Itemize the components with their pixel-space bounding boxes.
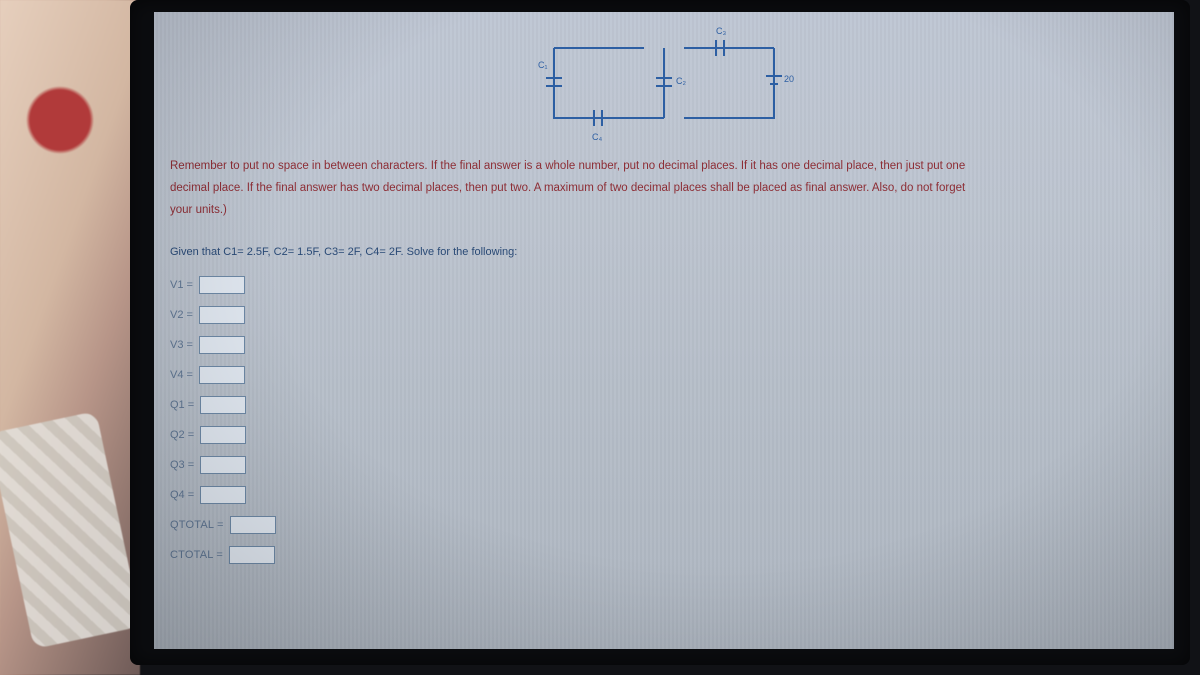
label-v3: V3 = — [170, 339, 193, 351]
circuit-diagram: C₁ C₂ C₃ C₄ 20V — [534, 18, 794, 148]
label-c1: C₁ — [538, 60, 548, 70]
label-q3: Q3 = — [170, 459, 194, 471]
row-ctotal: CTOTAL = — [170, 546, 1158, 564]
label-q1: Q1 = — [170, 399, 194, 411]
row-v1: V1 = — [170, 276, 1158, 294]
input-v4[interactable] — [199, 366, 245, 384]
input-q3[interactable] — [200, 456, 246, 474]
row-v2: V2 = — [170, 306, 1158, 324]
input-qtotal[interactable] — [230, 516, 276, 534]
label-v1: V1 = — [170, 279, 193, 291]
input-q1[interactable] — [200, 396, 246, 414]
label-c4: C₄ — [592, 132, 602, 142]
desk-background-left — [0, 0, 140, 675]
given-text: Given that C1= 2.5F, C2= 1.5F, C3= 2F, C… — [170, 246, 1158, 258]
row-v4: V4 = — [170, 366, 1158, 384]
label-v4: V4 = — [170, 369, 193, 381]
label-ctotal: CTOTAL = — [170, 549, 223, 561]
input-v3[interactable] — [199, 336, 245, 354]
input-ctotal[interactable] — [229, 546, 275, 564]
row-q3: Q3 = — [170, 456, 1158, 474]
row-qtotal: QTOTAL = — [170, 516, 1158, 534]
input-v2[interactable] — [199, 306, 245, 324]
row-q4: Q4 = — [170, 486, 1158, 504]
quiz-screen: C₁ C₂ C₃ C₄ 20V Remember to put no space… — [154, 12, 1174, 649]
answer-fields: V1 = V2 = V3 = V4 = Q1 = Q2 = Q3 = Q4 = — [170, 276, 1158, 564]
row-q1: Q1 = — [170, 396, 1158, 414]
input-q4[interactable] — [200, 486, 246, 504]
label-q2: Q2 = — [170, 429, 194, 441]
label-c3: C₃ — [716, 26, 726, 36]
label-qtotal: QTOTAL = — [170, 519, 224, 531]
row-v3: V3 = — [170, 336, 1158, 354]
row-q2: Q2 = — [170, 426, 1158, 444]
label-c2: C₂ — [676, 76, 686, 86]
label-v2: V2 = — [170, 309, 193, 321]
instructions-text: Remember to put no space in between char… — [170, 156, 990, 222]
label-q4: Q4 = — [170, 489, 194, 501]
input-q2[interactable] — [200, 426, 246, 444]
label-source: 20V — [784, 74, 794, 84]
input-v1[interactable] — [199, 276, 245, 294]
